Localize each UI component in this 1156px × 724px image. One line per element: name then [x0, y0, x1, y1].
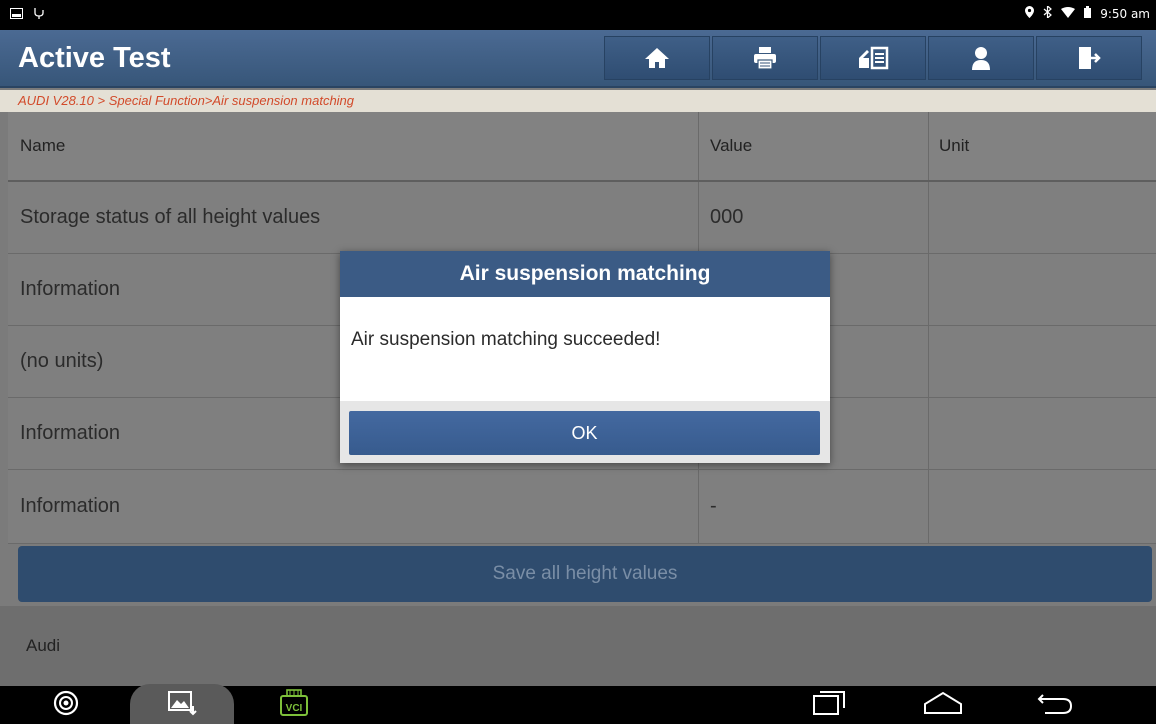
- screenshot-notification-icon: [10, 6, 23, 24]
- back-icon: [1037, 691, 1073, 720]
- save-all-height-values-button[interactable]: Save all height values: [18, 546, 1152, 602]
- bluetooth-icon: [1043, 4, 1053, 21]
- dialog-title: Air suspension matching: [340, 251, 830, 297]
- screen: 9:50 am Active Test AUDI V28.10 > Specia…: [0, 0, 1156, 724]
- vci-label: VCI: [286, 703, 303, 714]
- diagnostic-launcher-button[interactable]: [44, 686, 88, 724]
- print-button[interactable]: [712, 36, 818, 80]
- row-unit: [928, 326, 1156, 397]
- location-icon: [1025, 6, 1035, 21]
- row-unit: [928, 254, 1156, 325]
- vci-icon: VCI: [279, 688, 309, 722]
- row-unit: [928, 398, 1156, 469]
- screenshot-gallery-button[interactable]: [156, 686, 208, 724]
- gallery-icon: [167, 690, 197, 721]
- steering-wheel-icon: [53, 690, 79, 721]
- air-suspension-dialog: Air suspension matching Air suspension m…: [340, 251, 830, 463]
- dialog-footer: OK: [340, 401, 830, 463]
- home-icon: [644, 47, 670, 69]
- row-unit: [928, 470, 1156, 543]
- table-row[interactable]: Information -: [8, 470, 1156, 544]
- recent-apps-icon: [812, 690, 846, 721]
- vci-status-button[interactable]: VCI: [276, 686, 312, 724]
- vehicle-brand-label: Audi: [26, 636, 61, 655]
- ok-button[interactable]: OK: [349, 411, 820, 455]
- footer: Audi: [0, 606, 1156, 686]
- row-unit: [928, 182, 1156, 253]
- row-value: -: [698, 470, 928, 543]
- wifi-icon: [1061, 6, 1076, 21]
- user-button[interactable]: [928, 36, 1034, 80]
- exit-button[interactable]: [1036, 36, 1142, 80]
- row-name: Information: [20, 495, 121, 517]
- user-icon: [971, 46, 991, 70]
- column-header-unit: Unit: [928, 112, 1156, 180]
- row-value: 000: [698, 182, 928, 253]
- dialog-message: Air suspension matching succeeded!: [351, 329, 661, 350]
- home-nav-icon: [923, 691, 963, 720]
- back-button[interactable]: [1032, 686, 1078, 724]
- status-bar: 9:50 am: [0, 0, 1156, 30]
- exit-icon: [1077, 46, 1101, 70]
- recent-apps-button[interactable]: [806, 686, 852, 724]
- usb-debug-icon: [33, 6, 45, 24]
- table-header: Name Value Unit: [8, 112, 1156, 182]
- home-button[interactable]: [604, 36, 710, 80]
- battery-icon: [1084, 6, 1092, 21]
- page-title: Active Test: [18, 42, 171, 74]
- home-nav-button[interactable]: [920, 686, 966, 724]
- breadcrumb-text: AUDI V28.10 > Special Function>Air suspe…: [18, 93, 355, 108]
- report-button[interactable]: [820, 36, 926, 80]
- print-icon: [753, 46, 777, 70]
- breadcrumb: AUDI V28.10 > Special Function>Air suspe…: [0, 90, 1156, 112]
- report-icon: [857, 46, 889, 70]
- row-name: Storage status of all height values: [20, 206, 321, 228]
- column-header-name: Name: [20, 136, 66, 155]
- title-bar: Active Test: [0, 30, 1156, 88]
- clock-time: 9:50 am: [1100, 6, 1150, 21]
- column-header-value: Value: [698, 112, 928, 180]
- table-row[interactable]: Storage status of all height values 000: [8, 182, 1156, 254]
